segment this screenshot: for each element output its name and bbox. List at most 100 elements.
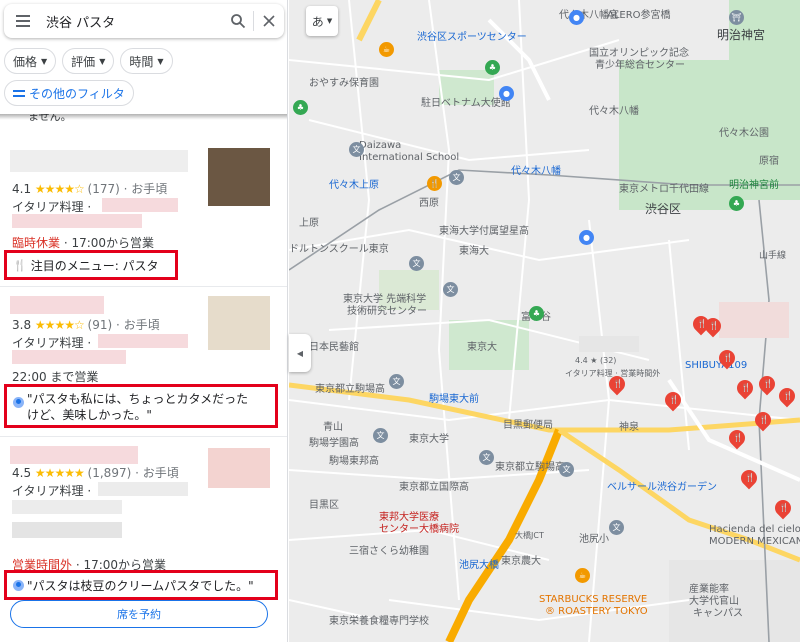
- school-icon[interactable]: 文: [479, 450, 494, 465]
- list-item[interactable]: 3.8 ★★★★☆ (91) · お手頃 イタリア料理 · 22:00 まで営業…: [0, 288, 287, 436]
- restaurant-pin[interactable]: 🍴: [733, 376, 757, 400]
- shopping-icon[interactable]: ●: [579, 230, 594, 245]
- caret-down-icon: ▼: [157, 56, 164, 66]
- food-icon[interactable]: 🍴: [427, 176, 442, 191]
- stars: ★★★★☆: [34, 318, 85, 332]
- rating-line: 4.1 ★★★★☆ (177) · お手頃: [12, 182, 168, 196]
- map-label: 代々木八幡: [589, 106, 639, 117]
- restaurant-pin[interactable]: 🍴: [751, 408, 775, 432]
- restaurant-pin[interactable]: 🍴: [661, 388, 685, 412]
- map-label: 東京大学: [409, 434, 449, 445]
- menu-icon[interactable]: [4, 4, 42, 38]
- restaurant-pin[interactable]: 🍴: [715, 346, 739, 370]
- search-icon[interactable]: [223, 4, 253, 38]
- map-label: 池尻小: [579, 534, 609, 545]
- place-photo[interactable]: [208, 296, 270, 350]
- map-label: 日本民藝館: [309, 342, 359, 353]
- blurred-name: [10, 150, 188, 172]
- map-label: SHIBUYA109: [685, 360, 748, 371]
- park-icon[interactable]: ♣: [529, 306, 544, 321]
- park-icon[interactable]: ♣: [293, 100, 308, 115]
- blurred-address: [12, 350, 126, 364]
- restaurant-pin[interactable]: 🍴: [701, 314, 725, 338]
- price-filter[interactable]: 価格 ▼: [4, 48, 57, 74]
- map-label: 神泉: [619, 422, 639, 433]
- reserve-button[interactable]: 席を予約: [10, 600, 268, 628]
- map-label: 目黒郵便局: [503, 420, 553, 431]
- restaurant-pin[interactable]: 🍴: [775, 384, 799, 408]
- blurred-place-label: [579, 336, 639, 352]
- park-icon[interactable]: ♣: [485, 60, 500, 75]
- chevron-left-icon: ◀: [296, 348, 304, 358]
- school-icon[interactable]: 文: [443, 282, 458, 297]
- restaurant-pin[interactable]: 🍴: [771, 496, 795, 520]
- map-label: 明治神宮: [717, 28, 766, 42]
- school-icon[interactable]: 文: [609, 520, 624, 535]
- map-label: 東京都立駒場高: [495, 462, 565, 473]
- blurred-address: [12, 214, 142, 228]
- restaurant-pin[interactable]: 🍴: [755, 372, 779, 396]
- map-label: 山手線: [759, 251, 787, 261]
- close-icon[interactable]: [254, 4, 284, 38]
- place-photo[interactable]: [208, 148, 270, 206]
- header-shadow: [0, 114, 287, 119]
- cafe-icon[interactable]: ☕: [379, 42, 394, 57]
- restaurant-pin[interactable]: 🍴: [725, 426, 749, 450]
- category: イタリア料理 ·: [12, 200, 92, 214]
- status: 22:00 まで営業: [12, 370, 99, 384]
- map-label: 4.4 ★ (32): [575, 356, 617, 365]
- map-label: 東京メトロ千代田線: [619, 184, 709, 195]
- map-label: International School: [359, 152, 460, 163]
- map-label: 東京都立駒場高: [315, 384, 385, 395]
- highlight-box: "パスタも私には、ちょっとカタメだった けど、美味しかった。": [4, 384, 278, 428]
- results-panel: ません。 4.1 ★★★★☆ (177) · お手頃 イタリア料理 · 臨時休業…: [0, 0, 288, 642]
- user-icon: [13, 397, 24, 408]
- search-input[interactable]: 渋谷 パスタ: [42, 12, 223, 31]
- stars: ★★★★★: [34, 466, 85, 480]
- map-label: ドルトンスクール東京: [289, 244, 389, 255]
- school-icon[interactable]: 文: [373, 428, 388, 443]
- collapse-panel-button[interactable]: ◀: [289, 334, 311, 372]
- school-icon[interactable]: 文: [409, 256, 424, 271]
- map-label: MODERN MEXICAN: [709, 536, 800, 547]
- hours-filter[interactable]: 時間 ▼: [120, 48, 173, 74]
- cafe-icon[interactable]: ☕: [575, 568, 590, 583]
- rating-filter[interactable]: 評価 ▼: [62, 48, 115, 74]
- more-filters-button[interactable]: その他のフィルタ: [4, 80, 134, 106]
- map-label: 明治神宮前: [729, 180, 779, 191]
- shrine-icon[interactable]: ⛩: [729, 10, 744, 25]
- place-icon[interactable]: ●: [569, 10, 584, 25]
- restaurant-pin[interactable]: 🍴: [737, 466, 761, 490]
- divider: [0, 286, 287, 287]
- highway: [356, 0, 382, 42]
- school-icon[interactable]: 文: [559, 462, 574, 477]
- place-photo[interactable]: [208, 448, 270, 488]
- school-icon[interactable]: 文: [449, 170, 464, 185]
- blurred-address: [12, 500, 122, 514]
- school-icon[interactable]: 文: [389, 374, 404, 389]
- school-icon[interactable]: 文: [349, 142, 364, 157]
- restaurant-pin[interactable]: 🍴: [605, 372, 629, 396]
- category: イタリア料理 ·: [12, 336, 92, 350]
- rating-line: 4.5 ★★★★★ (1,897) · お手頃: [12, 466, 179, 480]
- map-label: キャンパス: [693, 608, 743, 619]
- language-button[interactable]: あ ▼: [306, 6, 338, 36]
- place-icon[interactable]: ●: [499, 86, 514, 101]
- user-icon: [13, 579, 24, 591]
- caret-down-icon: ▼: [99, 56, 106, 66]
- map-label: 西原: [419, 198, 439, 209]
- map-label: 東京農大: [501, 556, 541, 567]
- search-box[interactable]: 渋谷 パスタ: [4, 4, 284, 38]
- map-canvas[interactable]: 代々木八幡宮 ALERO参宮橋 明治神宮 渋谷区スポーツセンター 国立オリンピッ…: [289, 0, 800, 642]
- category: イタリア料理 ·: [12, 484, 92, 498]
- blurred-name: [10, 446, 138, 464]
- map-label: ALERO参宮橋: [607, 10, 671, 21]
- map-label: 三宿さくら幼稚園: [349, 546, 429, 557]
- map-label: センター大橋病院: [379, 524, 459, 535]
- blurred-name: [10, 296, 104, 314]
- park-icon[interactable]: ♣: [729, 196, 744, 211]
- map-label: 駐日ベトナム大使館: [421, 98, 511, 109]
- highlight-box: 🍴 注目のメニュー: パスタ: [4, 250, 178, 280]
- list-item[interactable]: 4.1 ★★★★☆ (177) · お手頃 イタリア料理 · 臨時休業 · 17…: [0, 140, 287, 286]
- map-label: STARBUCKS RESERVE: [539, 594, 648, 605]
